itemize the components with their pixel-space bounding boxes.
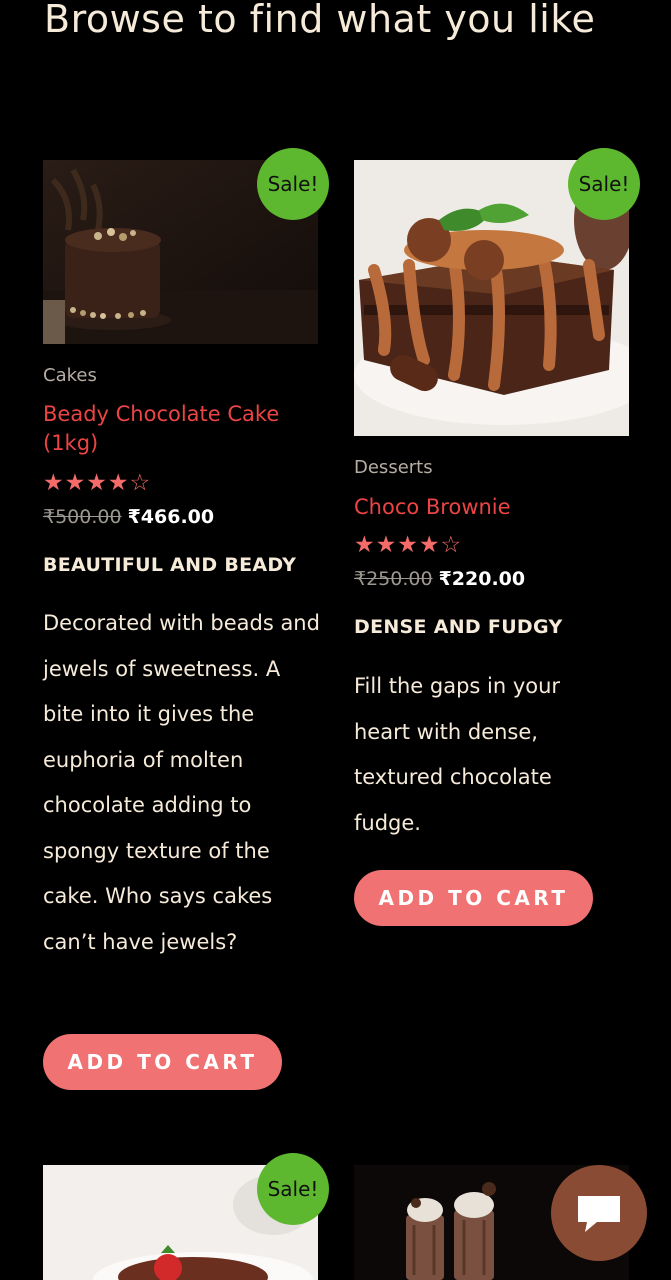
rating-empty: ☆ bbox=[440, 532, 463, 558]
rating-filled: ★★★★ bbox=[43, 470, 130, 496]
product-price: ₹250.00 ₹220.00 bbox=[354, 566, 525, 592]
add-to-cart-button[interactable]: ADD TO CART bbox=[43, 1034, 282, 1090]
product-card-choco-brownie: Sale! Desserts Choco Brownie ★★★★☆ ₹250.… bbox=[354, 148, 640, 835]
product-description: Fill the gaps in your heart with dense, … bbox=[354, 674, 561, 835]
product-listing-page: Browse to find what you like Sale! Cakes… bbox=[0, 0, 671, 1280]
sale-badge: Sale! bbox=[257, 1153, 329, 1225]
product-category[interactable]: Desserts bbox=[354, 457, 433, 478]
old-price: ₹250.00 bbox=[354, 568, 433, 590]
product-title[interactable]: Beady Chocolate Cake (1kg) bbox=[43, 400, 293, 458]
product-tagline: DENSE AND FUDGY bbox=[354, 616, 563, 638]
rating-stars: ★★★★☆ bbox=[43, 470, 151, 496]
product-tagline: BEAUTIFUL AND BEADY bbox=[43, 554, 297, 576]
chat-button[interactable] bbox=[551, 1165, 647, 1261]
sale-badge: Sale! bbox=[568, 148, 640, 220]
product-card-beady-chocolate-cake: Sale! Cakes Beady Chocolate Cake (1kg) ★… bbox=[43, 148, 329, 954]
product-price: ₹500.00 ₹466.00 bbox=[43, 504, 214, 530]
product-category[interactable]: Cakes bbox=[43, 365, 97, 386]
product-title[interactable]: Choco Brownie bbox=[354, 493, 614, 522]
chat-bubble-icon bbox=[578, 1196, 620, 1232]
rating-empty: ☆ bbox=[129, 470, 152, 496]
rating-filled: ★★★★ bbox=[354, 532, 441, 558]
section-title: Browse to find what you like bbox=[44, 0, 596, 41]
sale-price: ₹220.00 bbox=[438, 568, 526, 590]
add-to-cart-button[interactable]: ADD TO CART bbox=[354, 870, 593, 926]
sale-price: ₹466.00 bbox=[127, 506, 215, 528]
old-price: ₹500.00 bbox=[43, 506, 122, 528]
rating-stars: ★★★★☆ bbox=[354, 532, 462, 558]
sale-badge: Sale! bbox=[257, 148, 329, 220]
product-description: Decorated with beads and jewels of sweet… bbox=[43, 611, 320, 954]
